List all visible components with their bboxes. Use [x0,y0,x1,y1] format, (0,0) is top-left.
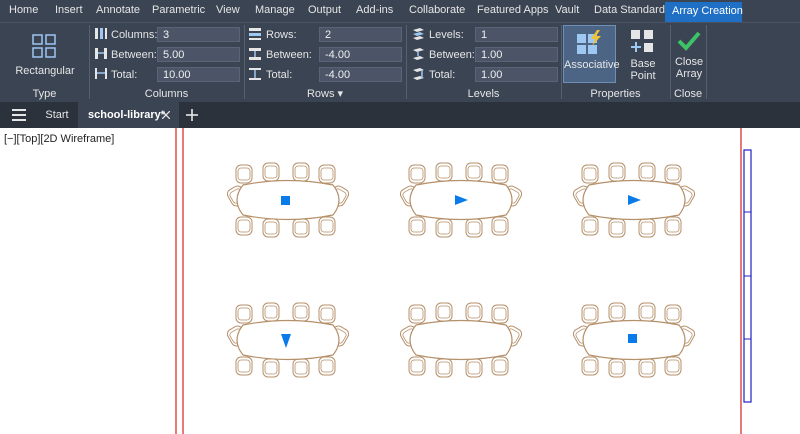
hamburger-menu-icon[interactable] [12,109,26,121]
columns-total-field[interactable]: 10.00 [157,67,240,82]
tab-parametric[interactable]: Parametric [152,4,205,16]
levels-total-field[interactable]: 1.00 [475,67,558,82]
drawing-svg [175,128,752,434]
panel-label-close: Close [673,88,703,100]
levels-total-label: Total: [429,69,456,81]
levels-count-field[interactable]: 1 [475,27,558,42]
columns-count-field[interactable]: 3 [157,27,240,42]
columns-between-label: Between: [111,49,157,61]
levels-label: Levels: [429,29,464,41]
tab-view[interactable]: View [216,4,240,16]
tab-file-name: school-library* [88,109,166,121]
tab-school-library[interactable]: school-library* [78,102,179,128]
associative-button[interactable]: Associative [563,25,620,83]
rows-total-label: Total: [266,69,293,81]
associative-label: Associative [564,59,620,71]
tab-insert[interactable]: Insert [55,4,83,16]
levels-between-label: Between: [429,49,475,61]
base-grip-square[interactable] [281,196,290,205]
row-total-icon [249,68,261,80]
panel-label-properties: Properties [590,88,641,100]
tab-data-standard[interactable]: Data Standard [594,4,665,16]
levels-icon [413,28,424,40]
checkmark-icon [677,31,701,51]
base-point-icon [631,30,653,52]
drawing-canvas[interactable]: [−][Top][2D Wireframe] [0,128,800,434]
base-point-label: Base Point [630,58,656,82]
panel-divider [706,25,707,99]
table-group-r2c2[interactable] [399,303,524,377]
columns-total-label: Total: [111,69,138,81]
panel-label-rows[interactable]: Rows ▾ [244,87,406,101]
rectangular-label: Rectangular [15,65,75,77]
document-tab-bar: Start school-library* [0,102,800,128]
panel-label-levels: Levels [467,88,500,100]
rectangular-array-icon [32,34,56,58]
row-spacing-icon [249,48,261,60]
column-spacing-icon [95,48,107,59]
tab-home[interactable]: Home [9,4,38,16]
base-point-button[interactable]: Base Point [617,25,669,83]
ribbon: Rectangular Type Columns: 3 Between: 5.0… [0,22,800,103]
level-spacing-icon [413,48,424,60]
new-tab-plus-icon[interactable] [186,109,198,121]
rectangular-button[interactable]: Rectangular [12,34,78,77]
close-array-label-line2: Array [675,68,703,80]
tab-annotate[interactable]: Annotate [96,4,140,16]
panel-label-columns: Columns [144,88,189,100]
columns-icon [95,28,107,39]
level-total-icon [413,68,424,80]
corner-grip-square[interactable] [628,334,637,343]
tab-collaborate[interactable]: Collaborate [409,4,465,16]
levels-between-field[interactable]: 1.00 [475,47,558,62]
column-total-icon [95,68,107,79]
tab-output[interactable]: Output [308,4,341,16]
columns-between-field[interactable]: 5.00 [157,47,240,62]
ribbon-tab-bar: Home Insert Annotate Parametric View Man… [0,0,800,22]
rows-total-field[interactable]: -4.00 [319,67,402,82]
tab-add-ins[interactable]: Add-ins [356,4,393,16]
tab-start[interactable]: Start [36,102,78,128]
rows-between-label: Between: [266,49,312,61]
panel-label-type: Type [32,88,57,100]
columns-label: Columns: [111,29,158,41]
close-tab-icon[interactable] [162,111,170,119]
rows-between-field[interactable]: -4.00 [319,47,402,62]
tab-vault[interactable]: Vault [555,4,579,16]
tab-array-creation[interactable]: Array Creation [665,2,743,22]
rows-icon [249,28,261,40]
close-array-button[interactable]: Close Array [672,25,706,83]
rows-label: Rows: [266,29,297,41]
tab-manage[interactable]: Manage [255,4,295,16]
rows-count-field[interactable]: 2 [319,27,402,42]
associative-icon [576,30,601,54]
tab-featured-apps[interactable]: Featured Apps [477,4,549,16]
close-array-label-line1: Close [674,56,704,68]
